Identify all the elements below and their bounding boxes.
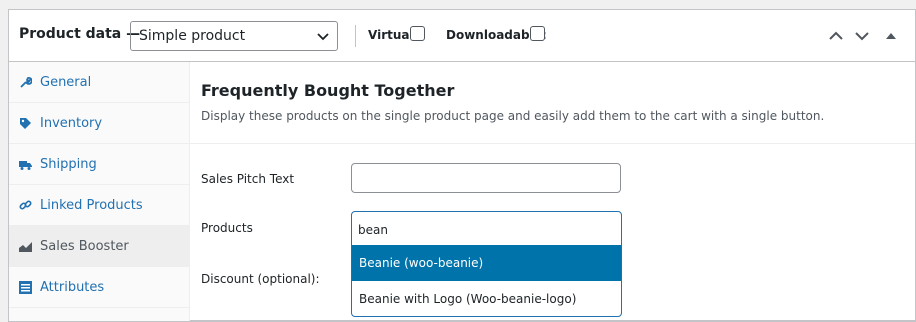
products-label: Products (201, 221, 253, 235)
panel-title: Product data — (19, 26, 141, 42)
product-type-value: Simple product (139, 28, 246, 44)
product-option[interactable]: Beanie with Logo (Woo-beanie-logo) (352, 281, 621, 316)
sidebar-item-label: Sales Booster (40, 238, 129, 254)
downloadable-checkbox[interactable] (530, 26, 545, 41)
header-separator (355, 25, 356, 47)
sales-pitch-label: Sales Pitch Text (201, 172, 295, 186)
section-title: Frequently Bought Together (201, 81, 455, 100)
sidebar-item-label: Linked Products (40, 197, 143, 213)
sidebar-item-label: Shipping (40, 156, 97, 172)
sidebar-item-linked-products[interactable]: Linked Products (9, 185, 189, 226)
product-data-tabs: General Inventory Shipping Linked Produc… (9, 62, 190, 321)
tag-icon (20, 117, 31, 129)
chevron-down-icon[interactable] (854, 28, 870, 44)
product-option[interactable]: Beanie (woo-beanie) (352, 245, 621, 281)
link-icon (19, 199, 32, 210)
sidebar-item-sales-booster[interactable]: Sales Booster (9, 226, 189, 267)
sales-pitch-input[interactable] (351, 163, 621, 193)
list-icon (19, 280, 32, 294)
sidebar-item-inventory[interactable]: Inventory (9, 103, 189, 144)
sidebar-item-label: Inventory (40, 115, 103, 131)
sidebar-item-attributes[interactable]: Attributes (9, 267, 189, 308)
section-description: Display these products on the single pro… (201, 109, 825, 123)
sidebar-item-label: General (40, 74, 92, 90)
sales-booster-panel: Frequently Bought Together Display these… (190, 62, 915, 321)
products-search-dropdown[interactable]: bean Beanie (woo-beanie) Beanie with Log… (351, 211, 622, 317)
chevron-down-icon (317, 33, 329, 41)
wrench-icon (20, 76, 32, 88)
truck-icon (19, 160, 32, 170)
section-divider (190, 143, 915, 144)
panel-header: Product data — Simple product Virtual: D… (9, 10, 915, 62)
chevron-up-icon[interactable] (828, 28, 844, 44)
virtual-checkbox[interactable] (410, 26, 425, 41)
discount-label: Discount (optional): (201, 272, 320, 286)
sidebar-item-general[interactable]: General (9, 62, 189, 103)
panel-bottom-border (190, 320, 915, 321)
product-type-select[interactable]: Simple product (130, 21, 338, 51)
toggle-panel-icon[interactable] (886, 31, 896, 41)
product-data-panel: Product data — Simple product Virtual: D… (8, 9, 916, 322)
sidebar-item-shipping[interactable]: Shipping (9, 144, 189, 185)
products-search-input[interactable]: bean (352, 212, 621, 245)
chart-icon (19, 241, 32, 252)
sidebar-item-label: Attributes (40, 279, 105, 295)
